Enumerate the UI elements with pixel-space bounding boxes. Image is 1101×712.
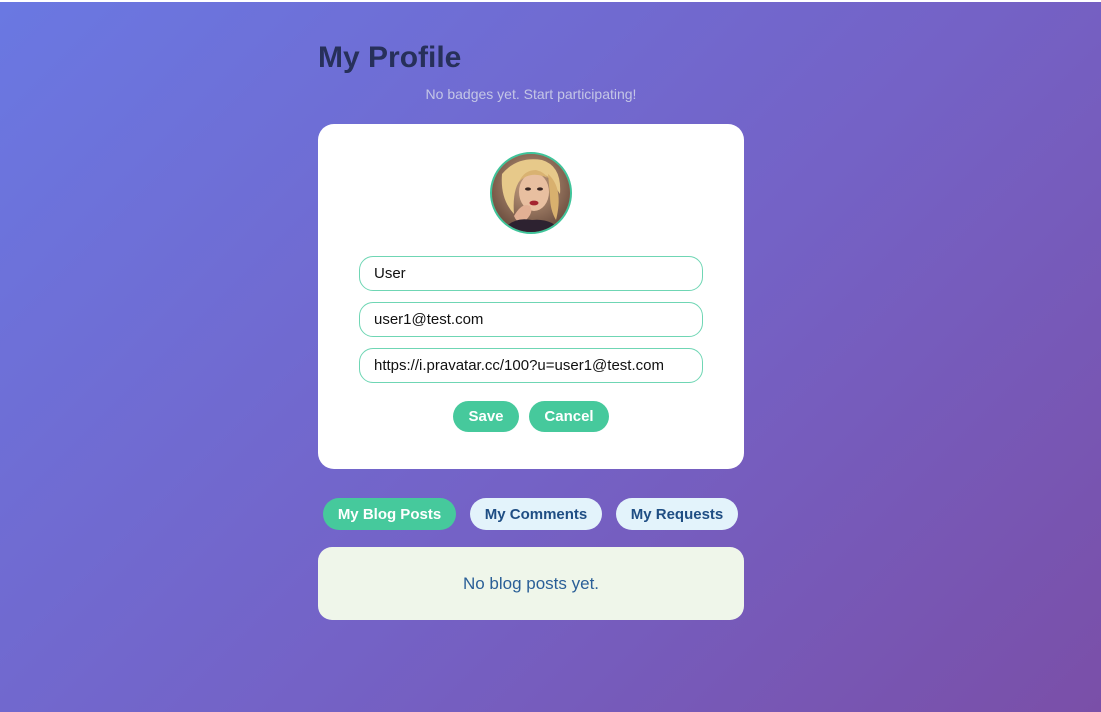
empty-state-message: No blog posts yet. [462, 573, 600, 593]
avatar [490, 152, 572, 234]
profile-tabs: My Blog Posts My Comments My Requests [318, 498, 758, 530]
tab-my-requests[interactable]: My Requests [616, 498, 738, 530]
top-strip [0, 0, 1101, 2]
page-title: My Profile [318, 41, 462, 74]
badges-message: No badges yet. Start participating! [425, 86, 637, 102]
avatar-url-input[interactable] [359, 348, 703, 383]
save-button[interactable]: Save [453, 401, 519, 432]
tab-my-comments[interactable]: My Comments [470, 498, 602, 530]
tab-content-panel: No blog posts yet. [318, 547, 744, 620]
avatar-portrait-icon [492, 154, 570, 232]
email-input[interactable] [359, 302, 703, 337]
profile-card: Save Cancel [318, 124, 744, 469]
name-input[interactable] [359, 256, 703, 291]
tab-my-blog-posts[interactable]: My Blog Posts [323, 498, 456, 530]
cancel-button[interactable]: Cancel [529, 401, 609, 432]
